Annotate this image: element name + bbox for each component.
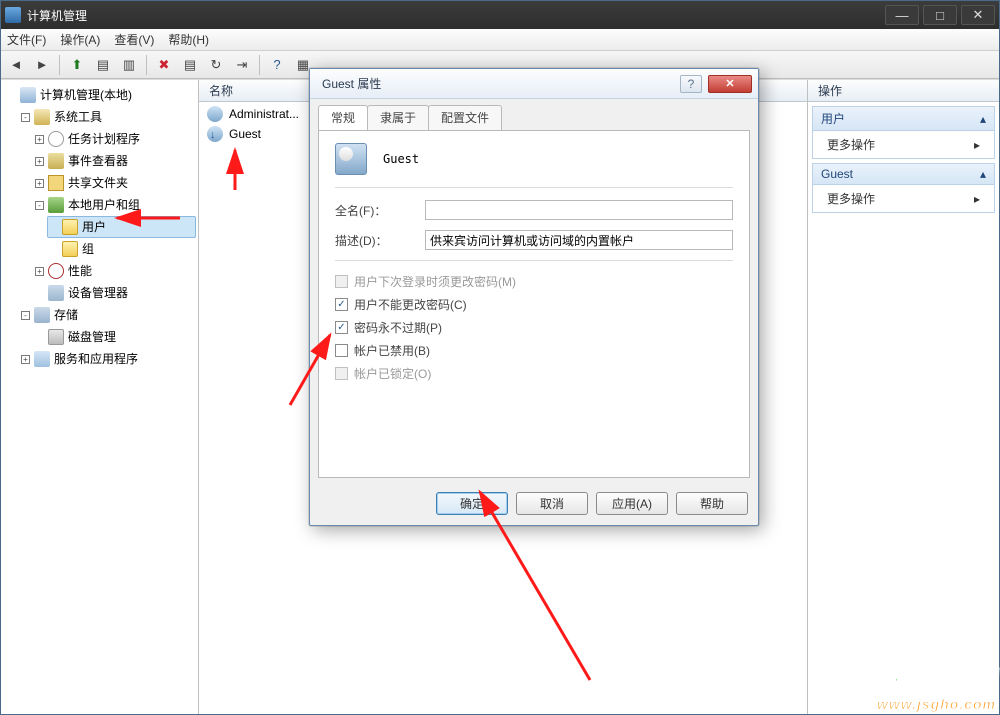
nav-tree[interactable]: 计算机管理(本地) -系统工具 +任务计划程序 +事件查看器 +共享文件夹 -本… — [1, 80, 199, 714]
menubar: 文件(F) 操作(A) 查看(V) 帮助(H) — [1, 29, 999, 51]
checkbox-icon[interactable] — [335, 321, 348, 334]
chevron-right-icon: ▸ — [974, 138, 980, 152]
checkbox-neverexpire[interactable]: 密码永不过期(P) — [335, 319, 733, 336]
checkbox-mustchangepw: 用户下次登录时须更改密码(M) — [335, 273, 733, 290]
delete-icon[interactable]: ✖ — [153, 54, 175, 76]
dialog-username: Guest — [383, 152, 419, 166]
tree-task[interactable]: 任务计划程序 — [68, 129, 140, 149]
tools-icon — [34, 109, 50, 125]
device-icon — [48, 285, 64, 301]
tree-storage[interactable]: 存储 — [54, 305, 78, 325]
refresh-icon[interactable]: ↻ — [205, 54, 227, 76]
properties-icon[interactable]: ▤ — [179, 54, 201, 76]
dialog-title: Guest 属性 — [322, 75, 381, 92]
folder-icon — [62, 219, 78, 235]
properties-dialog: Guest 属性 ? ✕ 常规 隶属于 配置文件 Guest 全名(F)： 描述… — [309, 68, 759, 526]
close-button[interactable]: ✕ — [961, 5, 995, 25]
menu-help[interactable]: 帮助(H) — [168, 31, 209, 48]
ok-button[interactable]: 确定 — [436, 492, 508, 515]
actions-more[interactable]: 更多操作▸ — [813, 131, 994, 158]
list-item-label: Guest — [229, 124, 261, 144]
clock-icon — [48, 131, 64, 147]
tree-dev[interactable]: 设备管理器 — [68, 283, 128, 303]
storage-icon — [34, 307, 50, 323]
checkbox-cannotchangepw[interactable]: 用户不能更改密码(C) — [335, 296, 733, 313]
disk-icon — [48, 329, 64, 345]
tab-general[interactable]: 常规 — [318, 105, 368, 130]
dialog-tab-body: Guest 全名(F)： 描述(D)： 用户下次登录时须更改密码(M) 用户不能… — [318, 130, 750, 478]
computer-icon — [20, 87, 36, 103]
checkbox-disabled[interactable]: 帐户已禁用(B) — [335, 342, 733, 359]
event-icon — [48, 153, 64, 169]
export-icon[interactable]: ⇥ — [231, 54, 253, 76]
apply-button[interactable]: 应用(A) — [596, 492, 668, 515]
menu-action[interactable]: 操作(A) — [60, 31, 100, 48]
actions-section-title: Guest — [821, 167, 853, 181]
cancel-button[interactable]: 取消 — [516, 492, 588, 515]
chevron-right-icon: ▸ — [974, 192, 980, 206]
tree-users[interactable]: 用户 — [82, 217, 106, 237]
folder-icon — [62, 241, 78, 257]
forward-icon[interactable]: ► — [31, 54, 53, 76]
show-hide-pane-icon[interactable]: ▥ — [118, 54, 140, 76]
user-icon — [207, 106, 223, 122]
description-label: 描述(D)： — [335, 232, 425, 249]
menu-file[interactable]: 文件(F) — [7, 31, 46, 48]
fullname-label: 全名(F)： — [335, 202, 425, 219]
checkbox-icon[interactable] — [335, 344, 348, 357]
fullname-input[interactable] — [425, 200, 733, 220]
help-icon[interactable]: ? — [266, 54, 288, 76]
checkbox-icon — [335, 367, 348, 380]
collapse-icon[interactable]: ▴ — [980, 167, 986, 181]
watermark: 技术员联盟 www.jsgho.com — [851, 669, 996, 711]
users-icon — [48, 197, 64, 213]
dialog-titlebar[interactable]: Guest 属性 ? ✕ — [310, 69, 758, 99]
back-icon[interactable]: ◄ — [5, 54, 27, 76]
actions-section-title: 用户 — [821, 110, 845, 127]
titlebar: 计算机管理 — □ ✕ — [1, 1, 999, 29]
tab-memberof[interactable]: 隶属于 — [367, 105, 429, 130]
help-button[interactable]: 帮助 — [676, 492, 748, 515]
tab-profile[interactable]: 配置文件 — [428, 105, 502, 130]
show-hide-tree-icon[interactable]: ▤ — [92, 54, 114, 76]
tree-services[interactable]: 服务和应用程序 — [54, 349, 138, 369]
user-large-icon — [335, 143, 367, 175]
help-icon[interactable]: ? — [680, 75, 702, 93]
tree-root[interactable]: 计算机管理(本地) — [40, 85, 132, 105]
checkbox-icon — [335, 275, 348, 288]
actions-more[interactable]: 更多操作▸ — [813, 185, 994, 212]
menu-view[interactable]: 查看(V) — [114, 31, 154, 48]
tree-disk[interactable]: 磁盘管理 — [68, 327, 116, 347]
maximize-button[interactable]: □ — [923, 5, 957, 25]
close-icon[interactable]: ✕ — [708, 75, 752, 93]
tree-localusers[interactable]: 本地用户和组 — [68, 195, 140, 215]
description-input[interactable] — [425, 230, 733, 250]
performance-icon — [48, 263, 64, 279]
actions-pane: 操作 用户 ▴ 更多操作▸ Guest ▴ 更多操作▸ — [807, 80, 999, 714]
services-icon — [34, 351, 50, 367]
tree-event[interactable]: 事件查看器 — [68, 151, 128, 171]
tree-perf[interactable]: 性能 — [68, 261, 92, 281]
user-icon — [207, 126, 223, 142]
tree-systools[interactable]: 系统工具 — [54, 107, 102, 127]
up-icon[interactable]: ⬆ — [66, 54, 88, 76]
checkbox-icon[interactable] — [335, 298, 348, 311]
minimize-button[interactable]: — — [885, 5, 919, 25]
tree-groups[interactable]: 组 — [82, 239, 94, 259]
actions-header: 操作 — [808, 80, 999, 102]
collapse-icon[interactable]: ▴ — [980, 112, 986, 126]
checkbox-locked: 帐户已锁定(O) — [335, 365, 733, 382]
tree-share[interactable]: 共享文件夹 — [68, 173, 128, 193]
share-icon — [48, 175, 64, 191]
list-item-label: Administrat... — [229, 104, 299, 124]
window-title: 计算机管理 — [27, 7, 881, 24]
app-icon — [5, 7, 21, 23]
